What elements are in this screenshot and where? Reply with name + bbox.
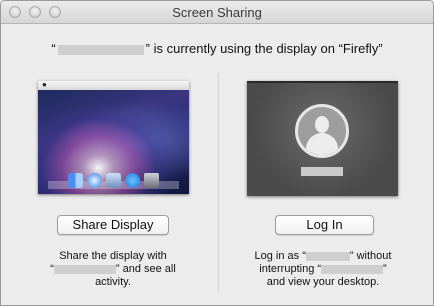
title-bar: Screen Sharing [1, 1, 433, 24]
login-desc-line2-suffix: ” [383, 263, 387, 275]
login-description: Log in as “ ” without interrupting “ ” and… [237, 250, 409, 289]
message-prefix: “ [51, 41, 56, 56]
redacted-login-name [301, 167, 343, 176]
avatar-body [306, 133, 338, 155]
remote-desktop-wallpaper [38, 90, 189, 194]
window-title: Screen Sharing [172, 5, 262, 20]
log-in-button[interactable]: Log In [275, 215, 374, 235]
message-suffix: ” is currently using the display on “Fir… [145, 41, 383, 56]
login-desc-line2-prefix: interrupting “ [259, 263, 322, 275]
login-desc-line3: and view your desktop. [266, 276, 380, 288]
avatar-head [315, 116, 329, 133]
redacted-user-name [57, 44, 144, 55]
login-desc-line1-suffix: ” without [349, 250, 392, 262]
trash-icon [144, 173, 159, 188]
user-silhouette-icon [295, 104, 349, 158]
dock [52, 166, 175, 188]
share-desc-line2: “” and see all [27, 263, 199, 276]
login-desc-line1-prefix: Log in as “ [254, 250, 306, 262]
redacted-host-name [321, 264, 384, 274]
screen-sharing-window: Screen Sharing “ ” is currently using the… [0, 0, 434, 306]
login-thumbnail [247, 81, 398, 196]
redacted-user-name [53, 264, 116, 274]
remote-menu-bar: ● [38, 81, 189, 90]
apple-icon: ● [42, 81, 47, 89]
vertical-divider [218, 73, 219, 293]
share-description: Share the display with “” and see all ac… [27, 250, 199, 289]
share-desc-line2-suffix: ” and see all [115, 263, 176, 275]
redacted-user-name [305, 251, 350, 261]
share-display-button[interactable]: Share Display [57, 215, 169, 235]
share-desc-line1: Share the display with [59, 250, 167, 262]
login-desc-line2: interrupting “ ” [237, 263, 409, 276]
share-desc-line3: activity. [95, 276, 131, 288]
mail-icon [106, 173, 121, 188]
status-message: “ ” is currently using the display on “Fi… [1, 41, 433, 56]
finder-icon [68, 173, 83, 188]
safari-icon [87, 173, 102, 188]
messages-icon [125, 173, 140, 188]
share-display-thumbnail: ● [38, 81, 189, 194]
login-desc-line1: Log in as “ ” without [237, 250, 409, 263]
